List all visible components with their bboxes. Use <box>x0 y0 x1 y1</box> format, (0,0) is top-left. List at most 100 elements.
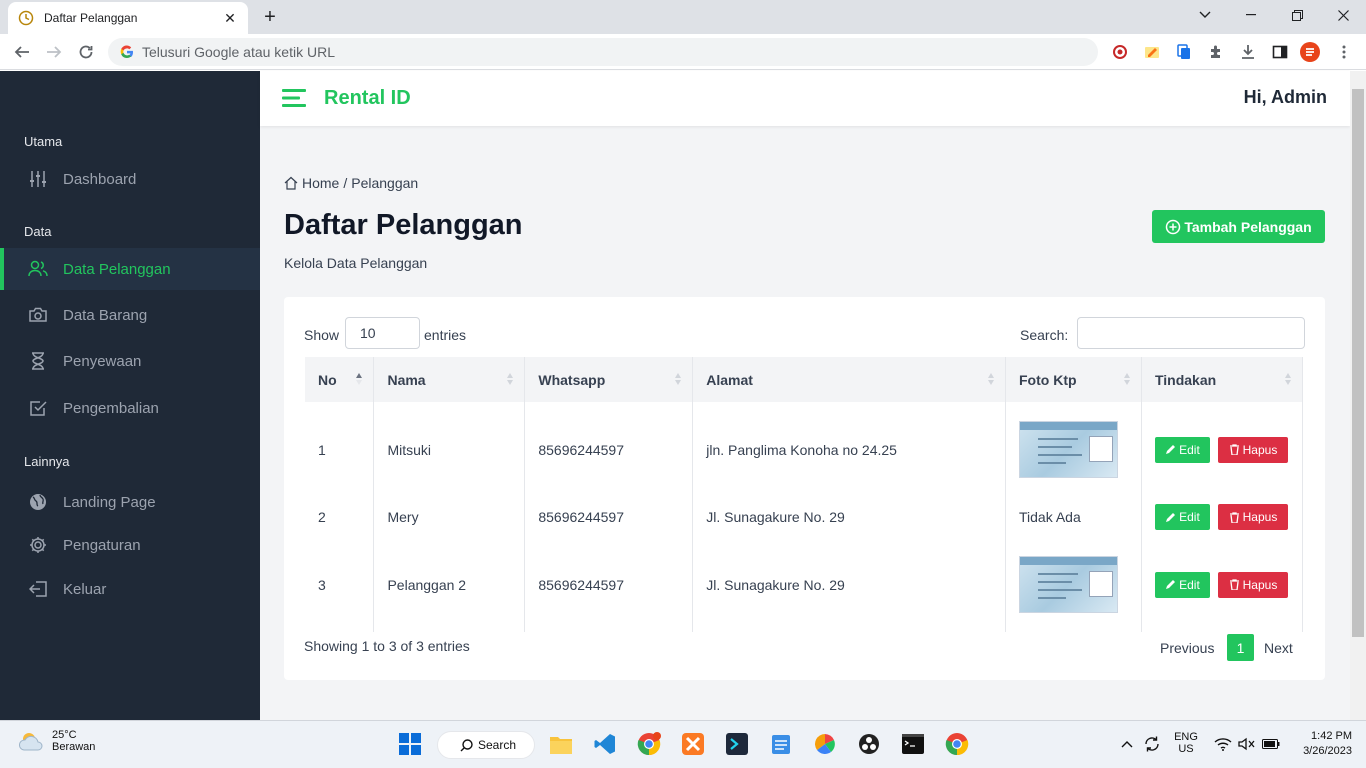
edit-button[interactable]: Edit <box>1154 504 1210 530</box>
home-icon <box>284 176 298 190</box>
sidebar-item-label: Data Pelanggan <box>63 260 171 278</box>
user-greeting[interactable]: Hi, Admin <box>1244 87 1327 108</box>
breadcrumb: Home / Pelanggan <box>284 175 418 191</box>
terminal-app-icon[interactable] <box>723 730 751 758</box>
sidebar-item-data-barang[interactable]: Data Barang <box>0 294 260 336</box>
breadcrumb-current: Pelanggan <box>351 175 419 191</box>
scrollbar-thumb[interactable] <box>1352 89 1364 637</box>
delete-button[interactable]: Hapus <box>1217 571 1288 598</box>
edit-button[interactable]: Edit <box>1154 436 1210 463</box>
obs-icon[interactable] <box>855 730 883 758</box>
file-explorer-icon[interactable] <box>547 730 575 758</box>
breadcrumb-separator: / <box>343 175 348 191</box>
new-tab-button[interactable]: + <box>258 5 282 29</box>
cmd-icon[interactable] <box>899 730 927 758</box>
delete-label: Hapus <box>1242 442 1278 457</box>
breadcrumb-home-link[interactable]: Home <box>302 175 339 191</box>
column-header-no[interactable]: No <box>305 357 375 402</box>
pencil-icon <box>1165 512 1176 523</box>
column-header-alamat[interactable]: Alamat <box>692 357 1006 402</box>
sidebar-item-data-pelanggan[interactable]: Data Pelanggan <box>0 248 260 290</box>
chevron-up-icon[interactable] <box>1116 730 1138 758</box>
pencil-icon <box>1165 444 1176 455</box>
top-navbar: Rental ID Hi, Admin <box>260 71 1350 126</box>
back-arrow-icon[interactable] <box>10 40 34 64</box>
download-icon[interactable] <box>1238 42 1258 62</box>
wifi-icon[interactable] <box>1212 730 1234 758</box>
ktp-photo-thumbnail[interactable] <box>1019 556 1118 613</box>
sync-icon[interactable] <box>1140 730 1164 758</box>
sort-icon <box>988 373 994 385</box>
restore-button[interactable] <box>1274 0 1320 30</box>
sidebar-item-dashboard[interactable]: Dashboard <box>0 158 260 200</box>
brand-title[interactable]: Rental ID <box>324 87 411 110</box>
puzzle-icon[interactable] <box>1206 42 1226 62</box>
sidebar-item-keluar[interactable]: Keluar <box>0 568 260 610</box>
cell-nama: Mitsuki <box>373 402 526 497</box>
hamburger-menu-icon[interactable] <box>282 88 306 108</box>
pagination-page-current[interactable]: 1 <box>1227 634 1254 661</box>
page-scrollbar[interactable] <box>1350 71 1366 720</box>
column-header-label: Nama <box>387 371 426 388</box>
chrome-active-icon[interactable] <box>635 730 663 758</box>
close-window-button[interactable] <box>1320 0 1366 30</box>
notepad-icon[interactable] <box>767 730 795 758</box>
customer-table: No Nama Whatsapp Alamat Foto Ktp Tindaka… <box>305 357 1304 632</box>
sidebar-item-pengaturan[interactable]: Pengaturan <box>0 524 260 566</box>
column-header-whatsapp[interactable]: Whatsapp <box>524 357 694 402</box>
windows-start-icon[interactable] <box>396 730 424 758</box>
minimize-button[interactable] <box>1228 0 1274 30</box>
table-info: Showing 1 to 3 of 3 entries <box>304 638 470 654</box>
kebab-menu-icon[interactable] <box>1334 42 1354 62</box>
cell-whatsapp: 85696244597 <box>524 537 694 632</box>
sidebar-item-pengembalian[interactable]: Pengembalian <box>0 387 260 429</box>
page-length-select[interactable]: 10 <box>345 317 420 349</box>
xampp-icon[interactable] <box>679 730 707 758</box>
add-customer-label: Tambah Pelanggan <box>1184 218 1312 235</box>
column-header-foto-ktp[interactable]: Foto Ktp <box>1005 357 1142 402</box>
pagination-previous[interactable]: Previous <box>1160 640 1214 656</box>
pagination-next[interactable]: Next <box>1264 640 1293 656</box>
vscode-icon[interactable] <box>591 730 619 758</box>
extension-copy-icon[interactable] <box>1174 42 1194 62</box>
tab-title: Daftar Pelanggan <box>44 11 138 25</box>
battery-icon[interactable] <box>1260 730 1282 758</box>
sidebar-item-landing-page[interactable]: Landing Page <box>0 481 260 523</box>
browser-tab[interactable]: Daftar Pelanggan ✕ <box>8 2 248 34</box>
volume-muted-icon[interactable] <box>1236 730 1258 758</box>
edit-label: Edit <box>1179 510 1200 524</box>
address-bar[interactable]: Telusuri Google atau ketik URL <box>108 38 1098 66</box>
weather-description: Berawan <box>52 741 96 753</box>
ktp-photo-thumbnail[interactable] <box>1019 421 1118 478</box>
column-header-tindakan[interactable]: Tindakan <box>1141 357 1304 402</box>
taskbar-search[interactable]: Search <box>437 731 535 759</box>
weather-widget[interactable]: 25°C Berawan <box>18 729 95 753</box>
delete-button[interactable]: Hapus <box>1217 436 1288 463</box>
sidebar-heading-data: Data <box>24 224 52 239</box>
gear-icon <box>28 535 48 555</box>
cell-actions: Edit Hapus <box>1141 402 1304 497</box>
reload-icon[interactable] <box>74 40 98 64</box>
system-clock[interactable]: 1:42 PM 3/26/2023 <box>1290 729 1352 759</box>
chrome-icon[interactable] <box>943 730 971 758</box>
column-header-label: Whatsapp <box>538 371 606 388</box>
forward-arrow-icon[interactable] <box>42 40 66 64</box>
tab-search-chevron-icon[interactable] <box>1182 0 1228 30</box>
search-input[interactable] <box>1077 317 1305 349</box>
column-header-nama[interactable]: Nama <box>373 357 526 402</box>
language-indicator[interactable]: ENG US <box>1168 731 1204 755</box>
edit-button[interactable]: Edit <box>1154 571 1210 598</box>
customer-table-card: Show 10 entries Search: No Nama Whatsapp <box>284 297 1325 680</box>
close-tab-icon[interactable]: ✕ <box>222 10 238 26</box>
delete-button[interactable]: Hapus <box>1217 504 1288 530</box>
sidebar-item-label: Pengembalian <box>63 399 159 417</box>
add-customer-button[interactable]: Tambah Pelanggan <box>1152 210 1325 243</box>
sidebar-item-penyewaan[interactable]: Penyewaan <box>0 340 260 382</box>
search-label: Search: <box>1020 327 1069 343</box>
cell-foto-ktp <box>1005 537 1142 632</box>
side-panel-icon[interactable] <box>1270 42 1290 62</box>
extension-pen-icon[interactable] <box>1142 42 1162 62</box>
extension-red-icon[interactable] <box>1110 42 1130 62</box>
profile-avatar[interactable] <box>1300 42 1320 62</box>
color-wheel-app-icon[interactable] <box>811 730 839 758</box>
